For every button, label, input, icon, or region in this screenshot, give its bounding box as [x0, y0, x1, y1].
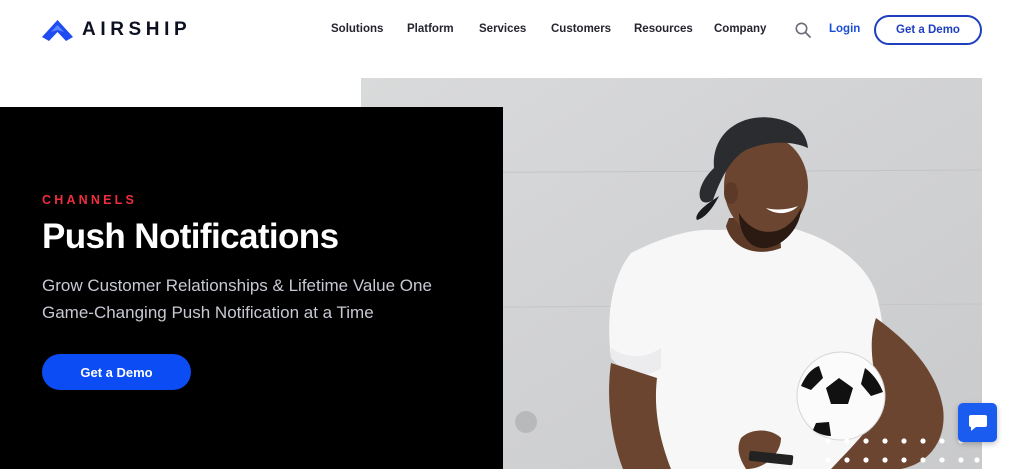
airship-logo-icon	[42, 19, 73, 41]
hero-subtitle-line-2: Game-Changing Push Notification at a Tim…	[42, 303, 374, 322]
hero-get-demo-button[interactable]: Get a Demo	[42, 354, 191, 390]
chat-launcher-button[interactable]	[958, 403, 997, 442]
brand-name: AIRSHIP	[82, 19, 192, 40]
header-get-demo-button[interactable]: Get a Demo	[874, 15, 982, 45]
search-icon[interactable]	[795, 22, 811, 38]
nav-item-platform[interactable]: Platform	[407, 23, 454, 35]
hero-subtitle-line-1: Grow Customer Relationships & Lifetime V…	[42, 276, 432, 295]
hero-subtitle: Grow Customer Relationships & Lifetime V…	[42, 272, 462, 326]
airship-logo[interactable]: AIRSHIP	[42, 19, 191, 41]
site-header: AIRSHIP Solutions Platform Services Cust…	[0, 0, 1024, 62]
nav-item-resources[interactable]: Resources	[634, 23, 693, 35]
hero-eyebrow: CHANNELS	[42, 193, 138, 207]
chat-bubble-icon	[968, 414, 987, 431]
nav-item-company[interactable]: Company	[714, 23, 766, 35]
nav-item-solutions[interactable]: Solutions	[331, 23, 383, 35]
hero-title: Push Notifications	[42, 217, 339, 256]
nav-item-services[interactable]: Services	[479, 23, 526, 35]
login-link[interactable]: Login	[829, 23, 860, 35]
hero-panel: CHANNELS Push Notifications Grow Custome…	[0, 107, 503, 469]
nav-item-customers[interactable]: Customers	[551, 23, 611, 35]
